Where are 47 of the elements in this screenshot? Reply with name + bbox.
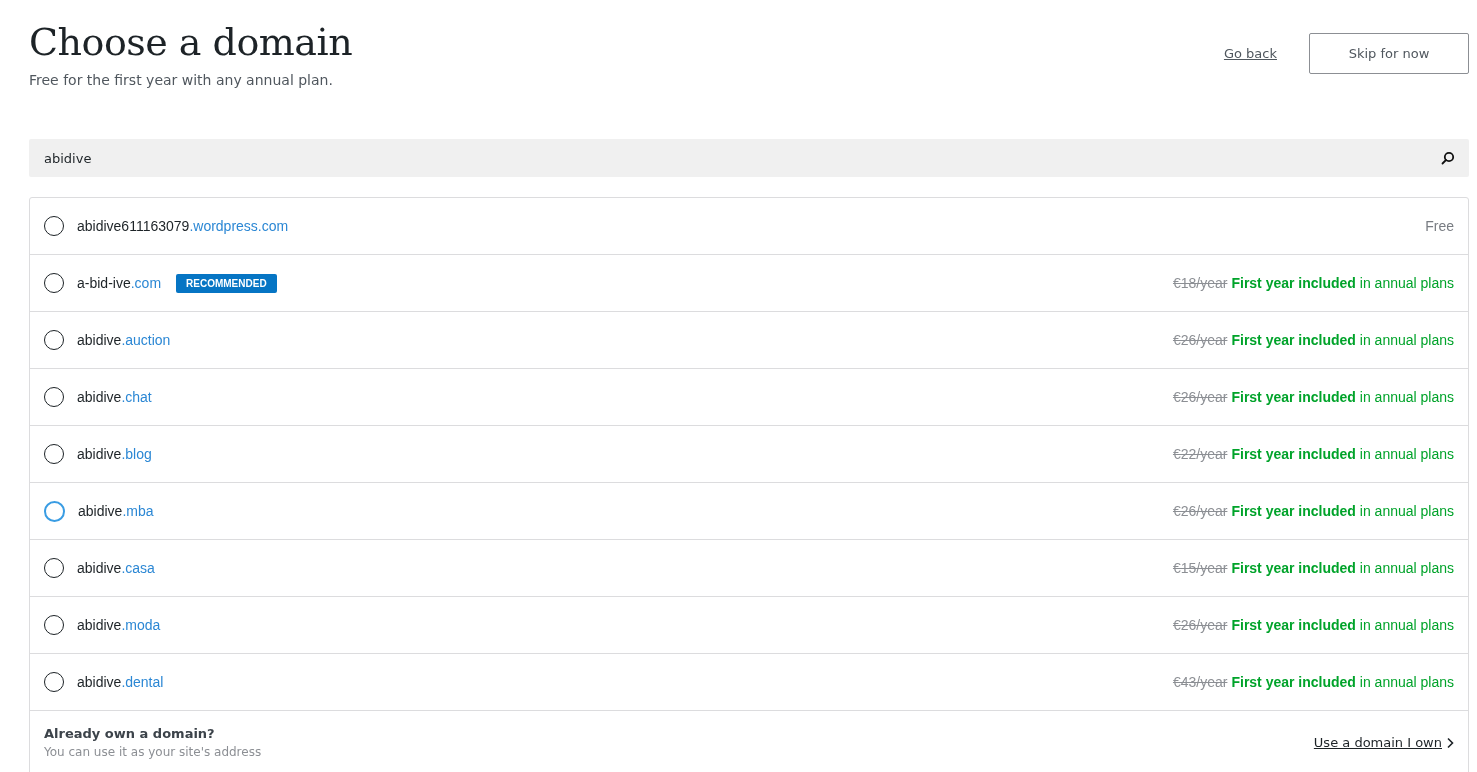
chevron-icon bbox=[1446, 736, 1454, 749]
domain-row[interactable]: abidive.auction €26/year First year included in annual plans bbox=[30, 312, 1468, 369]
search-field[interactable]: abidive bbox=[29, 139, 1469, 177]
radio-button[interactable] bbox=[44, 500, 65, 522]
page-subtitle: Free for the first year with any annual plan. bbox=[29, 72, 334, 88]
old-price: €26/year bbox=[1172, 389, 1228, 405]
old-price: €22/year bbox=[1172, 446, 1228, 462]
old-price: €18/year bbox=[1172, 275, 1228, 291]
go-back-link[interactable]: Go back bbox=[1223, 46, 1277, 61]
domain-row[interactable]: a-bid-ive.com RECOMMENDED €18/year First year included in annual plans bbox=[30, 255, 1468, 312]
offer-text: First year included in annual plans bbox=[1231, 446, 1454, 462]
offer-text: First year included in annual plans bbox=[1231, 617, 1454, 633]
search-icon[interactable] bbox=[1441, 151, 1455, 165]
domain-name: abidive.blog bbox=[77, 446, 152, 462]
offer-text: First year included in annual plans bbox=[1231, 560, 1454, 576]
offer-text: First year included in annual plans bbox=[1231, 674, 1454, 690]
page-title: Choose a domain bbox=[29, 19, 353, 66]
domain-row[interactable]: abidive.dental €43/year First year included in annual plans bbox=[30, 654, 1468, 711]
domain-name: abidive.moda bbox=[77, 617, 161, 633]
domain-row[interactable]: abidive.chat €26/year First year included in annual plans bbox=[30, 369, 1468, 426]
old-price: €26/year bbox=[1172, 332, 1228, 348]
old-price: €15/year bbox=[1172, 560, 1228, 576]
offer-text: First year included in annual plans bbox=[1231, 389, 1454, 405]
domain-name: abidive.casa bbox=[77, 560, 155, 576]
own-domain-text: You can use it as your site's address bbox=[44, 745, 262, 759]
offer-text: First year included in annual plans bbox=[1231, 332, 1454, 348]
domain-row[interactable]: abidive.casa €15/year First year included in annual plans bbox=[30, 540, 1468, 597]
price-label: Free bbox=[1425, 218, 1454, 234]
offer-text: First year included in annual plans bbox=[1231, 275, 1454, 291]
domain-row[interactable]: abidive.moda €26/year First year included in annual plans bbox=[30, 597, 1468, 654]
domain-row[interactable]: abidive.blog €22/year First year included in annual plans bbox=[30, 426, 1468, 483]
domain-row[interactable]: abidive.mba €26/year First year included in annual plans bbox=[30, 483, 1468, 540]
skip-button[interactable]: Skip for now bbox=[1309, 33, 1469, 74]
domain-row[interactable]: abidive611163079.wordpress.com Free bbox=[30, 198, 1468, 255]
domain-name: a-bid-ive.com bbox=[77, 275, 162, 291]
recommended-badge: RECOMMENDED bbox=[176, 273, 277, 293]
old-price: €26/year bbox=[1172, 617, 1228, 633]
domain-name: abidive.mba bbox=[78, 503, 154, 519]
offer-text: First year included in annual plans bbox=[1231, 503, 1454, 519]
domain-name: abidive.chat bbox=[77, 389, 152, 405]
use-domain-link[interactable]: Use a domain I own bbox=[1313, 735, 1454, 750]
own-domain-title: Already own a domain? bbox=[44, 726, 216, 741]
domain-name: abidive611163079.wordpress.com bbox=[77, 218, 289, 234]
old-price: €43/year bbox=[1172, 674, 1228, 690]
domain-name: abidive.auction bbox=[77, 332, 171, 348]
domain-name: abidive.dental bbox=[77, 674, 164, 690]
old-price: €26/year bbox=[1172, 503, 1228, 519]
